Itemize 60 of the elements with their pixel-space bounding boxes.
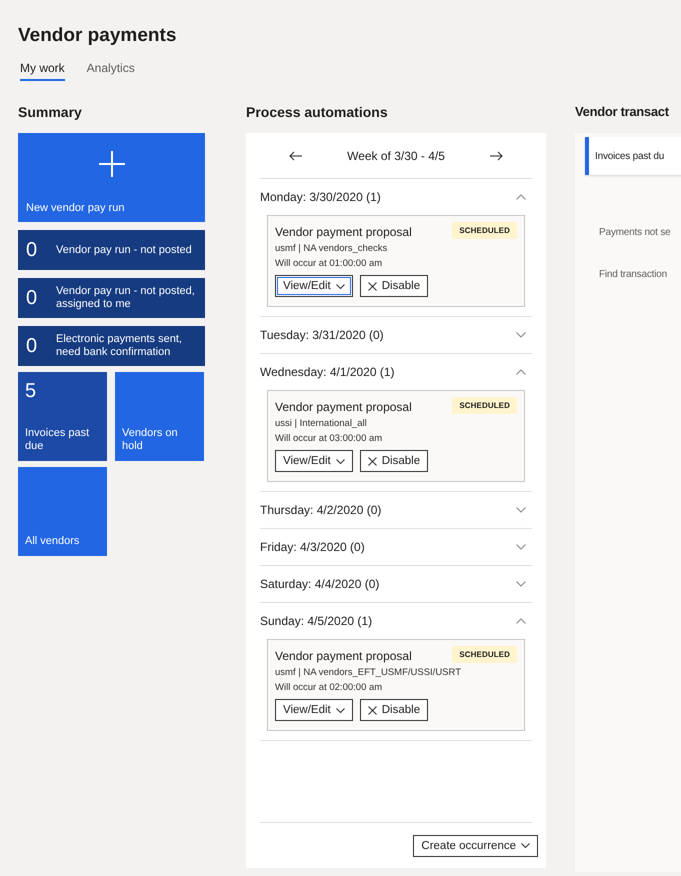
- summary-tile[interactable]: 5 Invoices past due: [18, 372, 107, 461]
- transaction-filter-item[interactable]: Payments not se: [575, 213, 681, 251]
- day-header[interactable]: Friday: 4/3/2020 (0): [260, 540, 365, 554]
- chevron-icon: [336, 708, 345, 712]
- occurrence-detail: ussi | International_all: [275, 418, 368, 429]
- tab[interactable]: My work: [20, 61, 65, 81]
- view-edit-button[interactable]: View/Edit: [275, 275, 353, 297]
- view-edit-button[interactable]: View/Edit: [275, 450, 353, 472]
- occurrence-title: Vendor payment proposal: [275, 649, 412, 663]
- occurrence-detail: usmf | NA vendors_EFT_USMF/USSI/USRT: [275, 667, 462, 678]
- occurrence-title: Vendor payment proposal: [275, 400, 412, 414]
- summary-tile[interactable]: All vendors: [18, 467, 107, 556]
- occurrence-time: Will occur at 03:00:00 am: [275, 433, 384, 444]
- section-title: Summary: [18, 103, 83, 121]
- status-badge: SCHEDULED: [452, 397, 517, 414]
- tab[interactable]: Analytics: [86, 61, 135, 81]
- day-header[interactable]: Sunday: 4/5/2020 (1): [260, 614, 372, 628]
- arrow-right-icon[interactable]: [488, 150, 503, 160]
- week-label: Week of 3/30 - 4/5: [347, 148, 445, 162]
- section-title: Vendor transact: [575, 103, 670, 121]
- count-tile[interactable]: 0 Electronic payments sent, need bank confirmation: [18, 326, 205, 366]
- close-icon: [368, 282, 377, 290]
- occurrence-time: Will occur at 01:00:00 am: [275, 258, 384, 269]
- occurrence-title: Vendor payment proposal: [275, 225, 412, 239]
- view-edit-button[interactable]: View/Edit: [275, 699, 353, 721]
- arrow-left-icon[interactable]: [289, 150, 304, 160]
- day-header[interactable]: Saturday: 4/4/2020 (0): [260, 577, 380, 591]
- chevron-icon: [521, 843, 530, 848]
- chevron-icon: [336, 284, 345, 288]
- day-header[interactable]: Monday: 3/30/2020 (1): [260, 190, 381, 204]
- section-title: Process automations: [246, 103, 389, 121]
- count-tile[interactable]: 0 Vendor pay run - not posted: [18, 230, 205, 270]
- chevron-icon: [336, 458, 345, 464]
- disable-button[interactable]: Disable: [360, 699, 428, 721]
- page-title: Vendor payments: [18, 24, 178, 48]
- status-badge: SCHEDULED: [452, 222, 517, 239]
- day-header[interactable]: Tuesday: 3/31/2020 (0): [260, 328, 384, 342]
- occurrence-time: Will occur at 02:00:00 am: [275, 682, 384, 693]
- summary-tile[interactable]: Vendors on hold: [115, 372, 204, 461]
- close-icon: [368, 456, 377, 466]
- day-header[interactable]: Wednesday: 4/1/2020 (1): [260, 365, 395, 379]
- occurrence-detail: usmf | NA vendors_checks: [275, 243, 388, 254]
- disable-button[interactable]: Disable: [360, 275, 428, 297]
- disable-button[interactable]: Disable: [360, 450, 428, 472]
- count-tile[interactable]: 0 Vendor pay run - not posted, assigned to me: [18, 278, 205, 318]
- chevron-icon[interactable]: [516, 194, 526, 200]
- chevron-icon[interactable]: [516, 581, 526, 587]
- chevron-icon[interactable]: [516, 618, 526, 624]
- create-occurrence-button[interactable]: Create occurrence: [413, 834, 538, 856]
- close-icon: [368, 706, 377, 714]
- chevron-icon[interactable]: [516, 507, 526, 513]
- day-header[interactable]: Thursday: 4/2/2020 (0): [260, 503, 382, 517]
- chevron-icon[interactable]: [516, 332, 526, 338]
- chevron-icon[interactable]: [516, 544, 526, 550]
- transaction-filter-item[interactable]: Find transaction: [575, 255, 681, 293]
- status-badge: SCHEDULED: [452, 646, 517, 663]
- chevron-icon[interactable]: [516, 369, 526, 375]
- plus-icon: [98, 151, 124, 177]
- transaction-filter-item[interactable]: Invoices past du: [585, 137, 681, 175]
- new-pay-run-tile[interactable]: New vendor pay run: [18, 133, 205, 222]
